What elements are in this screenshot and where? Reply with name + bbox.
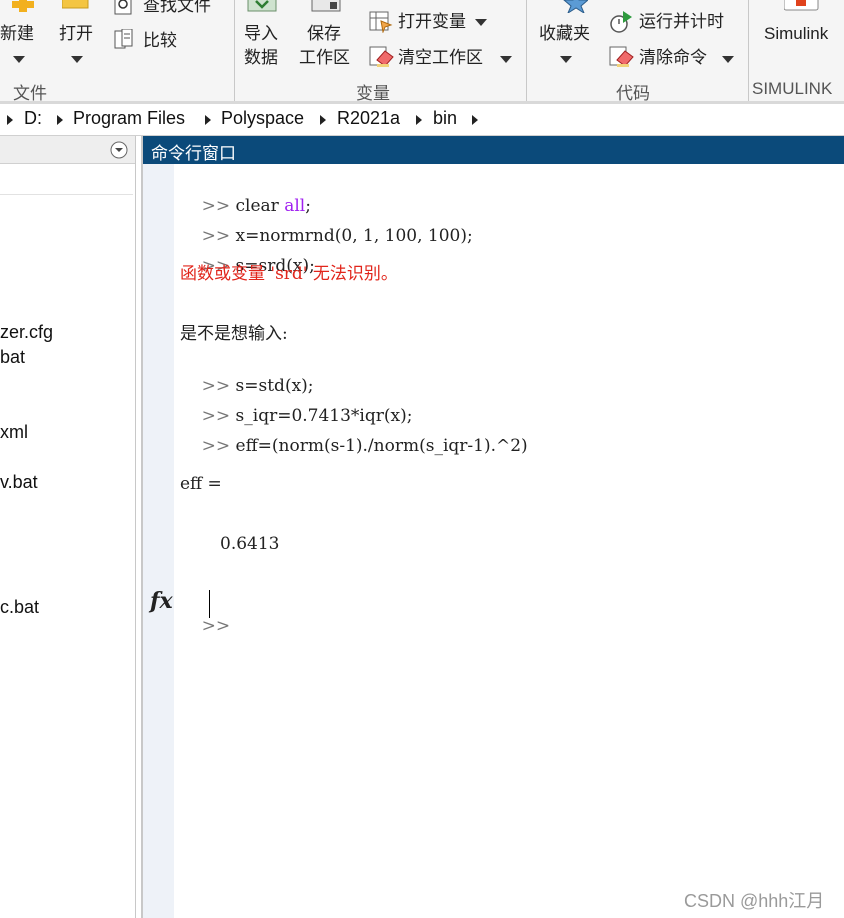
current-folder-panel: zer.cfg bat xml v.bat c.bat	[0, 136, 136, 918]
open-variable-caret-icon[interactable]	[475, 19, 487, 26]
compare-icon	[114, 29, 133, 49]
function-browser-icon[interactable]: fx	[150, 588, 173, 614]
clear-workspace-button[interactable]: 清空工作区	[398, 46, 483, 70]
run-and-time-icon	[610, 11, 632, 33]
favorites-star-icon	[563, 0, 588, 13]
breadcrumb-drive[interactable]: D:	[24, 108, 42, 129]
result-variable-name: eff =	[180, 474, 222, 494]
open-variable-button[interactable]: 打开变量	[398, 10, 466, 34]
favorites-button[interactable]: 收藏夹	[539, 22, 590, 46]
simulink-icon	[784, 0, 819, 11]
open-folder-icon	[62, 0, 89, 9]
ribbon-separator	[234, 0, 235, 101]
simulink-section-label: SIMULINK	[752, 79, 833, 98]
favorites-caret-icon[interactable]	[560, 56, 572, 63]
open-caret-icon[interactable]	[71, 56, 83, 63]
breadcrumb-arrow-icon[interactable]	[57, 115, 63, 125]
clear-workspace-icon	[369, 46, 394, 67]
new-caret-icon[interactable]	[13, 56, 25, 63]
file-item[interactable]: c.bat	[0, 597, 39, 618]
command-text: eff=(norm(s-1)./norm(s_iqr-1).^2)	[235, 436, 528, 456]
watermark: CSDN @hhh江月	[684, 891, 825, 911]
new-button[interactable]: 新建	[0, 22, 34, 46]
ribbon-toolstrip: 新建 打开 查找文件 比较 文件 导入 数据 保存 工作区 打开变量 清空工作区…	[0, 0, 844, 104]
open-button[interactable]: 打开	[59, 22, 93, 46]
command-window-title: 命令行窗口	[151, 144, 236, 164]
breadcrumb-program-files[interactable]: Program Files	[73, 108, 185, 129]
import-data-icon	[247, 0, 277, 12]
save-workspace-icon	[311, 0, 341, 12]
text-cursor	[209, 590, 210, 618]
file-item[interactable]: xml	[0, 422, 28, 443]
new-icon	[12, 0, 34, 12]
breadcrumb-polyspace[interactable]: Polyspace	[221, 108, 304, 129]
file-item[interactable]: zer.cfg	[0, 322, 53, 343]
breadcrumb-arrow-icon[interactable]	[320, 115, 326, 125]
compare-button[interactable]: 比较	[143, 29, 177, 53]
clear-commands-caret-icon[interactable]	[722, 56, 734, 63]
address-bar[interactable]: D: Program Files Polyspace R2021a bin	[0, 104, 844, 136]
error-message: 函数或变量 'srd' 无法识别。	[180, 264, 398, 284]
ribbon-separator	[526, 0, 527, 101]
breadcrumb-bin[interactable]: bin	[433, 108, 457, 129]
file-list-header	[0, 164, 133, 195]
breadcrumb-r2021a[interactable]: R2021a	[337, 108, 400, 129]
breadcrumb-arrow-icon[interactable]	[416, 115, 422, 125]
prompt: >>	[201, 616, 231, 636]
simulink-button[interactable]: Simulink	[764, 22, 828, 46]
command-window-titlebar: 命令行窗口	[143, 136, 844, 164]
active-prompt-line[interactable]: >>	[180, 593, 231, 659]
breadcrumb-arrow-icon[interactable]	[472, 115, 478, 125]
file-item[interactable]: bat	[0, 347, 25, 368]
clear-commands-icon	[609, 46, 634, 67]
result-value: 0.6413	[220, 534, 280, 554]
save-workspace-label-2[interactable]: 工作区	[299, 46, 350, 70]
save-workspace-label-1[interactable]: 保存	[307, 22, 341, 46]
current-folder-header	[0, 136, 135, 164]
import-data-label-1[interactable]: 导入	[244, 22, 278, 46]
open-variable-icon	[369, 11, 393, 33]
command-window-gutter	[143, 164, 174, 918]
ribbon-separator	[748, 0, 749, 101]
command-window[interactable]: 命令行窗口 fx >> clear all; >> x=normrnd(0, 1…	[141, 136, 844, 918]
breadcrumb-arrow-icon[interactable]	[7, 115, 13, 125]
prompt: >>	[201, 436, 231, 456]
clear-workspace-caret-icon[interactable]	[500, 56, 512, 63]
run-and-time-button[interactable]: 运行并计时	[639, 10, 724, 34]
command-line: >> eff=(norm(s-1)./norm(s_iqr-1).^2)	[180, 413, 528, 479]
breadcrumb-arrow-icon[interactable]	[205, 115, 211, 125]
import-data-label-2[interactable]: 数据	[244, 46, 278, 70]
find-files-icon	[114, 0, 132, 15]
panel-menu-icon[interactable]	[110, 141, 128, 159]
find-files-button[interactable]: 查找文件	[143, 0, 211, 18]
file-item[interactable]: v.bat	[0, 472, 38, 493]
clear-commands-button[interactable]: 清除命令	[639, 46, 707, 70]
suggestion-text: 是不是想输入:	[180, 324, 288, 344]
